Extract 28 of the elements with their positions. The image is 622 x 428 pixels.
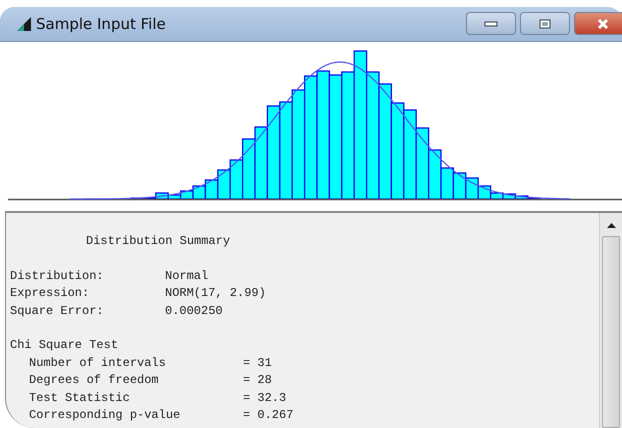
- test-label: Test Statistic: [29, 390, 131, 406]
- maximize-icon: [539, 18, 551, 28]
- minimize-button[interactable]: [466, 12, 516, 35]
- field-value: 0.000250: [165, 302, 224, 320]
- test-label: Corresponding p-value: [29, 407, 182, 424]
- test-heading: Chi Square Test: [10, 337, 120, 354]
- test-value: = 32.3: [243, 390, 288, 406]
- field-label: Square Error:: [10, 302, 105, 320]
- maximize-button[interactable]: [520, 12, 570, 35]
- test-label: Degrees of freedom: [29, 372, 160, 389]
- app-icon: [16, 16, 32, 32]
- scroll-up-icon[interactable]: [606, 223, 616, 228]
- test-value: = 31: [243, 354, 273, 372]
- field-label: Expression:: [10, 285, 90, 302]
- close-button[interactable]: [574, 12, 622, 35]
- field-label: Distribution:: [10, 268, 105, 284]
- test-label: Number of intervals: [29, 354, 167, 372]
- test-value: = 0.267: [243, 407, 294, 424]
- minimize-icon: [484, 20, 498, 26]
- histogram-bar: [452, 172, 466, 200]
- field-value: NORM(17, 2.99): [165, 285, 267, 302]
- field-value: Normal: [165, 268, 210, 284]
- summary-heading: Distribution Summary: [85, 233, 232, 250]
- scroll-thumb[interactable]: [602, 236, 620, 428]
- window-title: Sample Input File: [36, 15, 167, 33]
- test-value: = 28: [243, 372, 273, 389]
- scrollbar[interactable]: [599, 213, 622, 428]
- close-icon: [596, 16, 610, 30]
